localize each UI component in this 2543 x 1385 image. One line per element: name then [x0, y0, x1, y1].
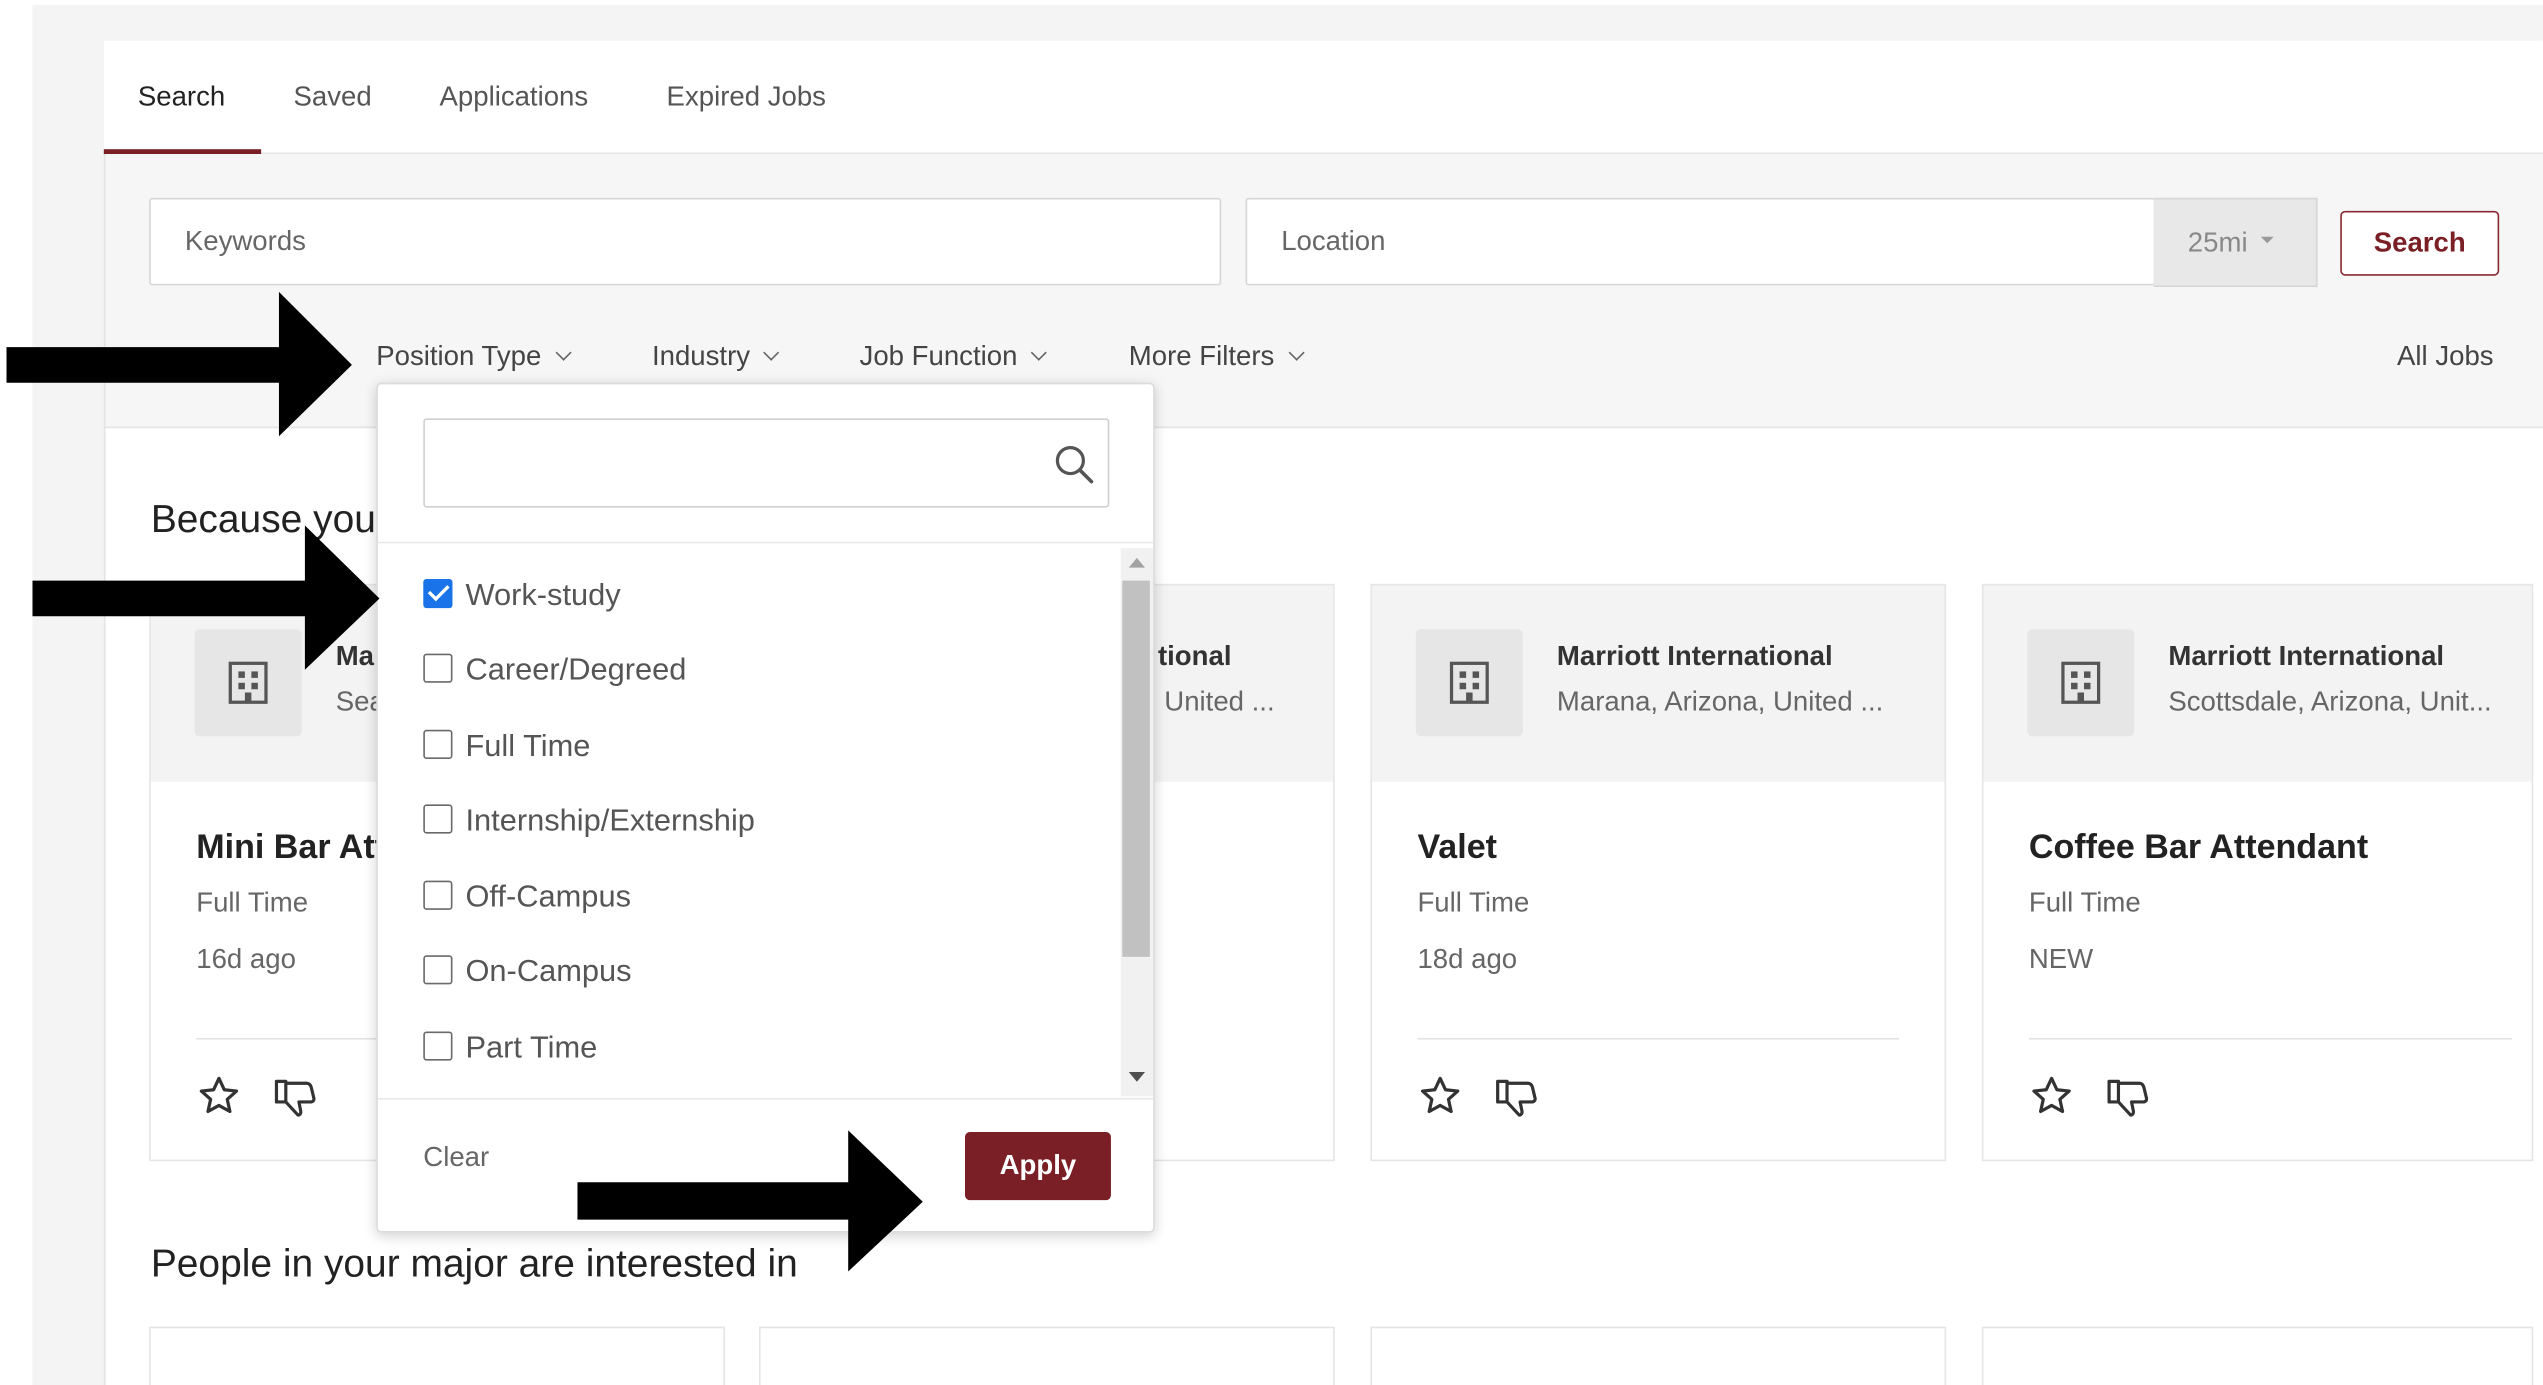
star-icon[interactable]	[1417, 1074, 1462, 1119]
option-label: Off-Campus	[465, 880, 632, 915]
tab-saved[interactable]: Saved	[294, 41, 372, 155]
chevron-down-icon	[763, 344, 780, 361]
option-off-campus[interactable]: Off-Campus	[423, 880, 632, 920]
scroll-up-icon[interactable]	[1128, 557, 1145, 568]
chevron-down-icon	[555, 344, 572, 361]
divider	[377, 1097, 1154, 1100]
company-name: Marriott International	[2168, 640, 2445, 672]
search-icon	[1055, 445, 1094, 484]
filter-industry[interactable]: Industry	[651, 340, 780, 373]
option-career-degreed[interactable]: Career/Degreed	[423, 653, 687, 693]
filter-job-function[interactable]: Job Function	[859, 340, 1048, 373]
option-internship-externship[interactable]: Internship/Externship	[423, 804, 755, 843]
location-input[interactable]: Location	[1245, 197, 2156, 286]
job-type: Full Time	[1417, 887, 1530, 918]
job-card[interactable]	[1370, 1326, 1947, 1385]
option-label: Internship/Externship	[465, 804, 755, 839]
option-label: Career/Degreed	[465, 653, 687, 688]
tab-search[interactable]: Search	[138, 41, 225, 155]
search-button[interactable]: Search	[2340, 210, 2500, 276]
thumbs-down-icon[interactable]	[271, 1074, 320, 1119]
checkbox[interactable]	[423, 804, 453, 834]
caret-down-icon	[2260, 235, 2274, 243]
arrow-right-icon	[6, 291, 352, 437]
job-card[interactable]: Marriott International Scottsdale, Arizo…	[1981, 583, 2534, 1162]
star-icon[interactable]	[2029, 1074, 2074, 1119]
option-full-time[interactable]: Full Time	[423, 729, 591, 769]
option-work-study[interactable]: Work-study	[423, 578, 621, 618]
filter-more-filters[interactable]: More Filters	[1128, 340, 1305, 373]
job-type: Full Time	[196, 887, 309, 918]
checkbox-checked[interactable]	[423, 578, 453, 609]
job-location: n, United ...	[1133, 686, 1275, 717]
checkbox[interactable]	[423, 955, 453, 985]
clear-button[interactable]: Clear	[423, 1142, 489, 1174]
job-card[interactable]	[759, 1326, 1335, 1385]
job-location: Scottsdale, Arizona, Unit...	[2168, 686, 2492, 717]
filter-industry-label: Industry	[651, 340, 751, 372]
filter-position-type[interactable]: Position Type	[376, 340, 572, 373]
filter-job-function-label: Job Function	[859, 340, 1018, 372]
company-name: tional	[1157, 640, 1232, 672]
chevron-down-icon	[1288, 344, 1305, 361]
keywords-input[interactable]: Keywords	[149, 197, 1222, 286]
chevron-down-icon	[1031, 344, 1048, 361]
job-type: Full Time	[2028, 887, 2141, 918]
radius-value: 25mi	[2187, 227, 2248, 258]
job-posted-age: NEW	[2028, 943, 2094, 975]
tab-bar: Search Saved Applications Expired Jobs	[103, 40, 2543, 155]
position-type-dropdown: Work-study Career/Degreed Full Time Inte…	[376, 382, 1155, 1233]
option-label: Part Time	[465, 1031, 598, 1066]
thumbs-down-icon[interactable]	[1492, 1074, 1541, 1119]
job-card[interactable]: Marriott International Marana, Arizona, …	[1370, 583, 1947, 1162]
option-on-campus[interactable]: On-Campus	[423, 955, 632, 994]
building-icon	[1449, 661, 1489, 704]
arrow-right-icon	[577, 1130, 923, 1272]
job-card[interactable]	[149, 1326, 725, 1385]
option-label: Full Time	[465, 729, 591, 764]
company-logo	[1415, 629, 1523, 737]
checkbox[interactable]	[423, 1031, 453, 1061]
company-name: Marriott International	[1556, 640, 1833, 672]
job-title[interactable]: Coffee Bar Attendant	[2029, 829, 2368, 868]
job-posted-age: 18d ago	[1417, 943, 1518, 975]
all-jobs-toggle[interactable]: All Jobs	[2397, 341, 2494, 373]
scroll-down-icon[interactable]	[1128, 1072, 1145, 1082]
filter-position-type-label: Position Type	[376, 340, 542, 372]
card-header: Marriott International Marana, Arizona, …	[1372, 585, 1945, 782]
divider	[1417, 1037, 1900, 1040]
thumbs-down-icon[interactable]	[2103, 1074, 2152, 1119]
job-posted-age: 16d ago	[196, 943, 296, 975]
card-header: Marriott International Scottsdale, Arizo…	[1983, 585, 2532, 782]
dropdown-search-input[interactable]	[423, 418, 1110, 508]
job-card[interactable]	[1981, 1326, 2534, 1385]
company-logo	[2027, 629, 2135, 737]
radius-select[interactable]: 25mi	[2153, 197, 2318, 288]
divider	[377, 541, 1154, 544]
checkbox[interactable]	[423, 653, 453, 683]
checkbox[interactable]	[423, 729, 453, 759]
job-location: Marana, Arizona, United ...	[1556, 686, 1884, 717]
job-title[interactable]: Valet	[1417, 829, 1497, 868]
job-title[interactable]: Mini Bar Att	[196, 829, 386, 868]
option-label: Work-study	[465, 578, 621, 614]
building-icon	[2061, 661, 2101, 704]
arrow-right-icon	[32, 525, 380, 670]
divider	[2028, 1037, 2513, 1040]
apply-button[interactable]: Apply	[964, 1132, 1111, 1201]
checkbox[interactable]	[423, 880, 453, 910]
tab-applications[interactable]: Applications	[440, 41, 589, 155]
option-part-time[interactable]: Part Time	[423, 1031, 597, 1070]
tab-expired-jobs[interactable]: Expired Jobs	[667, 41, 826, 155]
filter-more-filters-label: More Filters	[1128, 340, 1275, 372]
star-icon[interactable]	[196, 1074, 241, 1119]
scrollbar-thumb[interactable]	[1122, 580, 1150, 957]
option-label: On-Campus	[465, 955, 632, 990]
